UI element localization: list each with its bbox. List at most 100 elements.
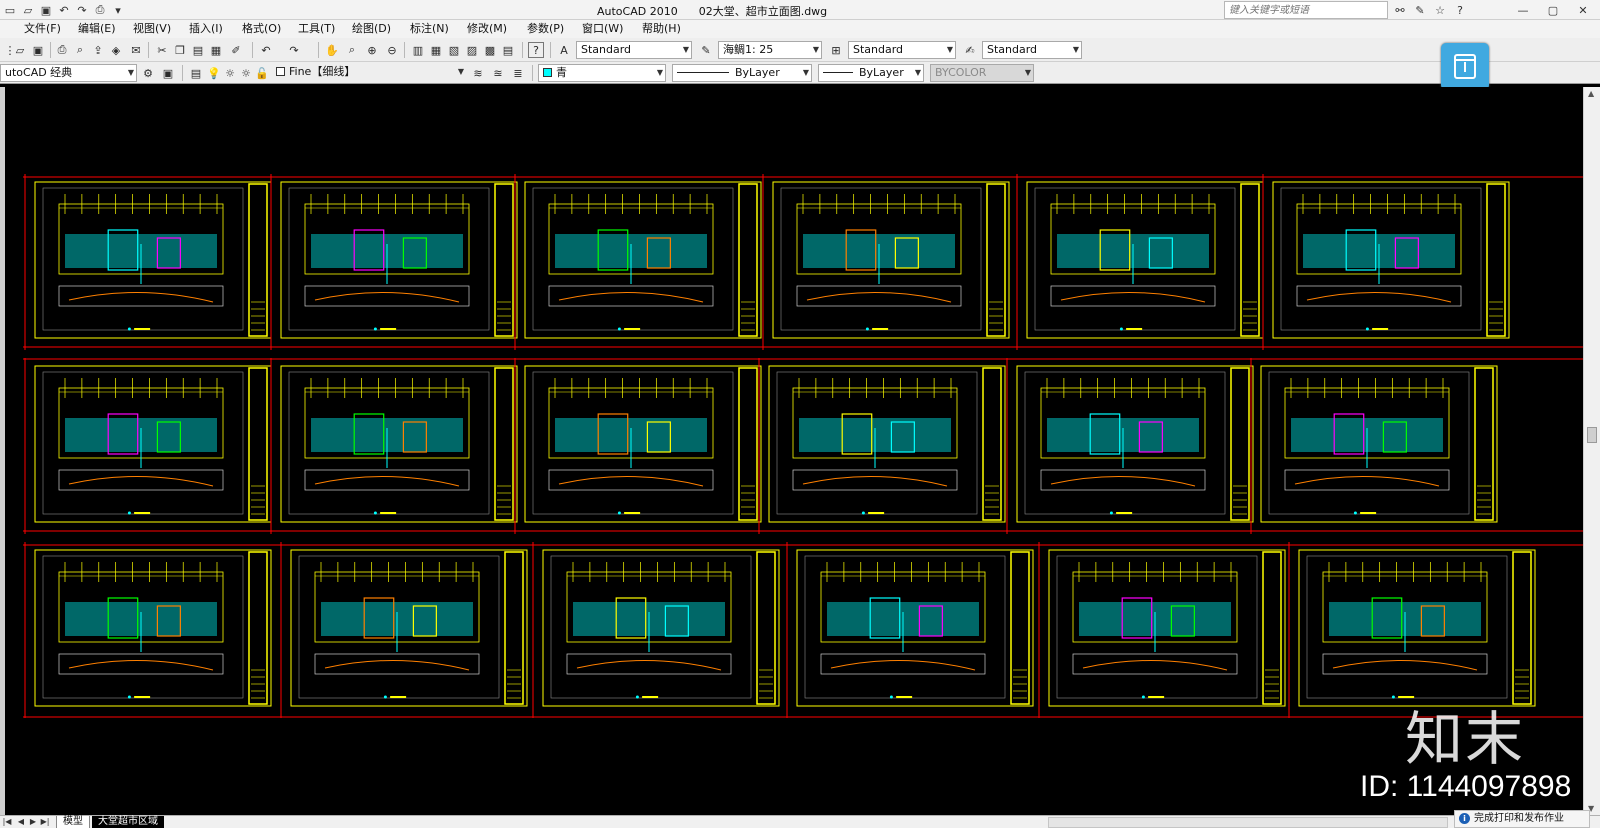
layer-lock-icon[interactable]: 🔓 <box>254 65 270 81</box>
help-search[interactable] <box>1224 1 1388 19</box>
3d-dwf-icon[interactable]: ◈ <box>108 42 124 58</box>
markup-icon[interactable]: ▩ <box>482 42 498 58</box>
lineweight-select[interactable]: ByLayer ▼ <box>818 64 924 82</box>
text-style-icon[interactable]: A <box>556 42 572 58</box>
zoom-window-icon[interactable]: ⊕ <box>364 42 380 58</box>
layer-viewport-freeze-icon[interactable]: ☼ <box>238 65 254 81</box>
model-space-drawing[interactable] <box>5 87 1583 815</box>
paste-block-icon[interactable]: ▦ <box>208 42 224 58</box>
layer-manager-icon[interactable]: ▤ <box>188 65 204 81</box>
horizontal-scrollbar[interactable] <box>1048 817 1448 828</box>
paste-icon[interactable]: ▤ <box>190 42 206 58</box>
save-icon[interactable]: ▣ <box>30 42 46 58</box>
scroll-up-icon[interactable]: ▲ <box>1588 89 1594 98</box>
print-preview-icon[interactable]: ⌕ <box>72 42 88 58</box>
cut-icon[interactable]: ✂ <box>154 42 170 58</box>
plotstyle-select[interactable]: BYCOLOR ▼ <box>930 64 1034 82</box>
open-file-icon[interactable]: ▱ <box>20 2 36 18</box>
favorites-star-icon[interactable]: ☆ <box>1432 2 1448 18</box>
menu-dimension[interactable]: 标注(N) <box>410 20 449 38</box>
linetype-select[interactable]: ByLayer ▼ <box>672 64 812 82</box>
qat-dropdown-icon[interactable]: ▾ <box>110 2 126 18</box>
menu-edit[interactable]: 编辑(E) <box>78 20 116 38</box>
plot-icon[interactable]: ⎙ <box>92 2 108 18</box>
dim-style-icon[interactable]: ⊞ <box>828 42 844 58</box>
tab-layout[interactable]: 大堂超市区域 <box>92 816 164 828</box>
make-current-layer-icon[interactable]: ≋ <box>470 65 486 81</box>
dim-style-select[interactable]: Standard ▼ <box>848 41 956 59</box>
menu-draw[interactable]: 绘图(D) <box>352 20 391 38</box>
chevron-down-icon: ▼ <box>1072 45 1079 54</box>
title-bar: ▭ ▱ ▣ ↶ ↷ ⎙ ▾ AutoCAD 2010 02大堂、超市立面图.dw… <box>0 0 1600 20</box>
sheet-caption <box>624 512 641 514</box>
layer-previous-icon[interactable]: ≊ <box>490 65 506 81</box>
last-tab-icon[interactable]: ▶| <box>40 816 50 828</box>
match-properties-icon[interactable]: ✐ <box>228 42 244 58</box>
binoculars-icon[interactable]: ⚯ <box>1392 2 1408 18</box>
layer-state-icon[interactable]: ≣ <box>510 65 526 81</box>
first-tab-icon[interactable]: |◀ <box>2 816 12 828</box>
menu-format[interactable]: 格式(O) <box>242 20 281 38</box>
save-icon[interactable]: ▣ <box>38 2 54 18</box>
undo-icon[interactable]: ↶ <box>258 42 274 58</box>
etransmit-icon[interactable]: ✉ <box>128 42 144 58</box>
help-icon[interactable]: ? <box>1452 2 1468 18</box>
menu-file[interactable]: 文件(F) <box>24 20 61 38</box>
floating-plugin-button[interactable] <box>1441 43 1489 90</box>
menu-tools[interactable]: 工具(T) <box>298 20 335 38</box>
help-icon[interactable]: ? <box>528 42 544 58</box>
workspace-settings-icon[interactable]: ⚙ <box>140 65 156 81</box>
search-input[interactable] <box>1225 2 1387 18</box>
sheet-caption-dot <box>1391 695 1395 699</box>
vertical-scrollbar[interactable]: ▲ ▼ <box>1583 87 1600 815</box>
drawing-area[interactable] <box>5 87 1583 815</box>
zoom-previous-icon[interactable]: ⊖ <box>384 42 400 58</box>
annotation-scale-icon[interactable]: ✎ <box>698 42 714 58</box>
communication-icon[interactable]: ✎ <box>1412 2 1428 18</box>
text-style-select[interactable]: Standard ▼ <box>576 41 692 59</box>
workspace-select[interactable]: utoCAD 经典 ▼ <box>0 64 137 82</box>
menu-help[interactable]: 帮助(H) <box>642 20 681 38</box>
design-center-icon[interactable]: ▦ <box>428 42 444 58</box>
next-tab-icon[interactable]: ▶ <box>28 816 38 828</box>
copy-icon[interactable]: ❐ <box>172 42 188 58</box>
sheet-set-icon[interactable]: ▨ <box>464 42 480 58</box>
menu-parametric[interactable]: 参数(P) <box>527 20 564 38</box>
table-style-select[interactable]: Standard ▼ <box>982 41 1082 59</box>
menu-modify[interactable]: 修改(M) <box>467 20 507 38</box>
menu-view[interactable]: 视图(V) <box>133 20 171 38</box>
plan-curve <box>1294 475 1440 487</box>
annotation-scale-select[interactable]: 海鲷1: 25 ▼ <box>718 41 822 59</box>
scroll-thumb[interactable] <box>1587 427 1597 443</box>
table-style-icon[interactable]: ✍ <box>962 42 978 58</box>
title-block <box>248 367 268 521</box>
pan-icon[interactable]: ✋ <box>324 42 340 58</box>
plan-strip <box>1322 653 1488 675</box>
quickcalc-icon[interactable]: ▤ <box>500 42 516 58</box>
layer-freeze-sun-icon[interactable]: ☼ <box>222 65 238 81</box>
print-icon[interactable]: ⎙ <box>54 42 70 58</box>
zoom-realtime-icon[interactable]: ⌕ <box>344 42 360 58</box>
tool-palettes-icon[interactable]: ▧ <box>446 42 462 58</box>
new-file-icon[interactable]: ▭ <box>2 2 18 18</box>
plan-curve <box>558 291 704 303</box>
tab-model[interactable]: 模型 <box>56 816 90 828</box>
menu-window[interactable]: 窗口(W) <box>582 20 623 38</box>
undo-icon[interactable]: ↶ <box>56 2 72 18</box>
prev-tab-icon[interactable]: ◀ <box>16 816 26 828</box>
properties-icon[interactable]: ▥ <box>410 42 426 58</box>
publish-icon[interactable]: ⇪ <box>90 42 106 58</box>
redo-icon[interactable]: ↷ <box>286 42 302 58</box>
minimize-icon[interactable]: — <box>1508 0 1538 20</box>
menu-insert[interactable]: 插入(I) <box>189 20 223 38</box>
maximize-icon[interactable]: ▢ <box>1538 0 1568 20</box>
notification-balloon[interactable]: i 完成打印和发布作业 <box>1454 810 1590 828</box>
workspace-lock-icon[interactable]: ▣ <box>160 65 176 81</box>
layer-on-bulb-icon[interactable]: 💡 <box>206 65 222 81</box>
redo-icon[interactable]: ↷ <box>74 2 90 18</box>
color-select[interactable]: 青 ▼ <box>538 64 666 82</box>
open-icon[interactable]: ▱ <box>12 42 28 58</box>
layer-select[interactable]: Fine【细线】 ▼ <box>272 64 466 82</box>
sheet-caption <box>134 512 151 514</box>
close-icon[interactable]: ✕ <box>1568 0 1598 20</box>
